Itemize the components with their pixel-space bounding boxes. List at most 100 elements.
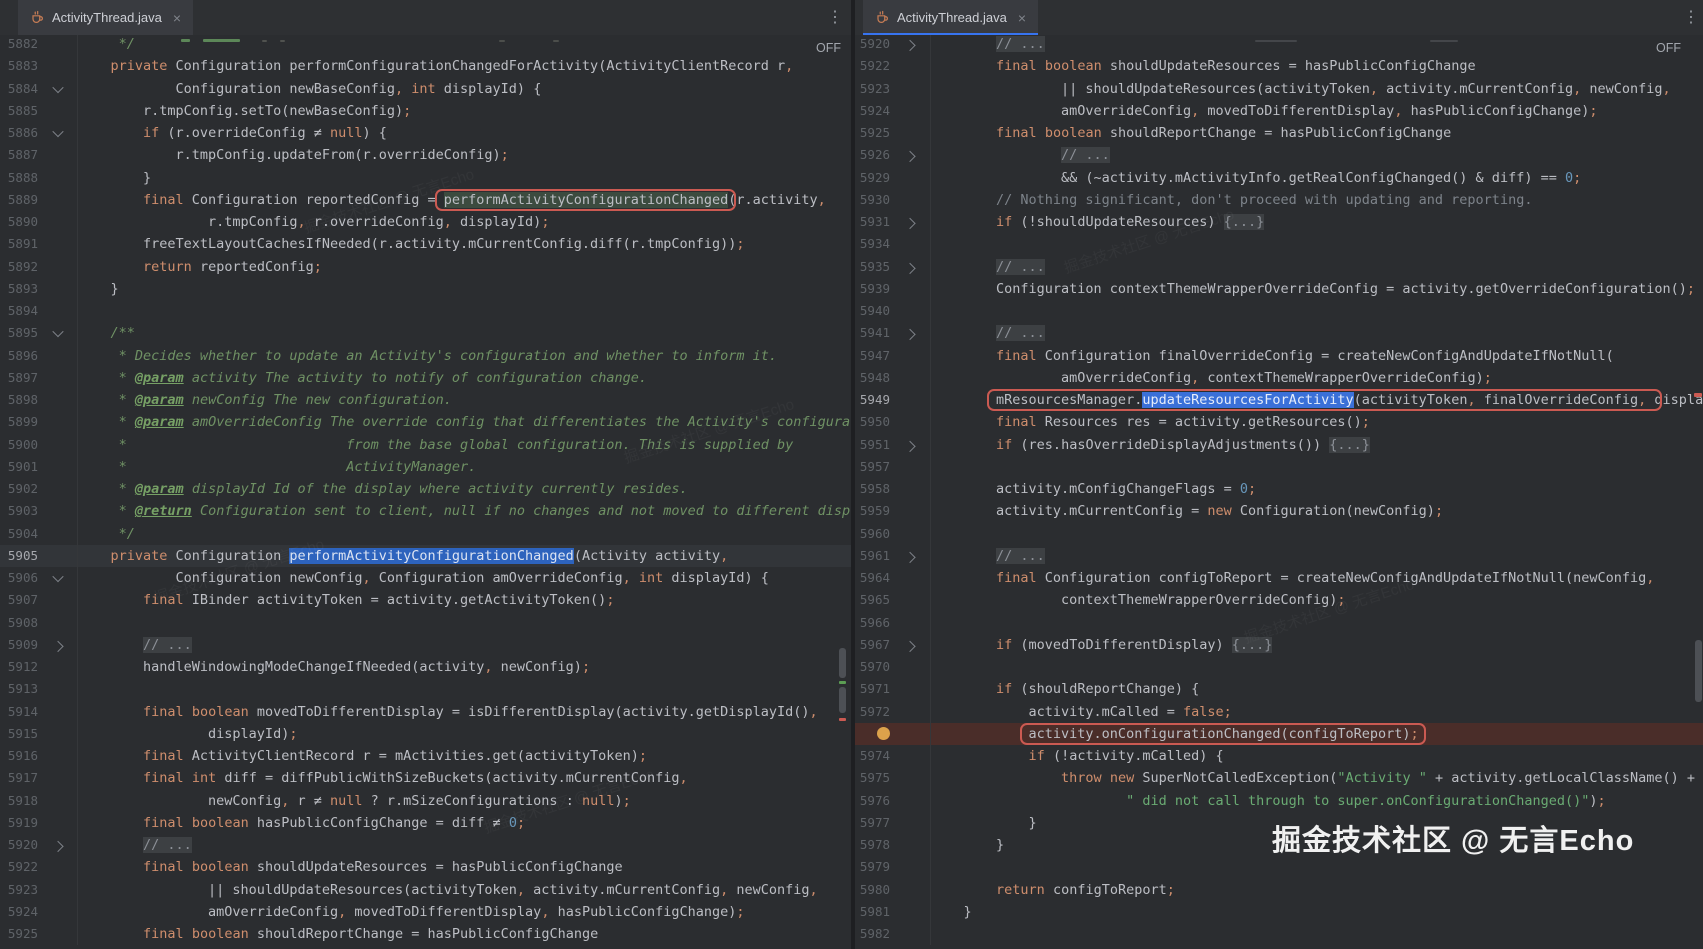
code-line[interactable]: 5919 final boolean hasPublicConfigChange… <box>0 811 851 834</box>
code-line[interactable]: 5905 private Configuration performActivi… <box>0 544 851 567</box>
code-text[interactable]: * from the base global configuration. Th… <box>78 434 851 456</box>
code-line[interactable]: 5929 && (~activity.mActivityInfo.getReal… <box>855 166 1703 189</box>
code-line[interactable]: 5912 handleWindowingModeChangeIfNeeded(a… <box>0 656 851 679</box>
code-text[interactable]: activity.mCurrentConfig = new Configurat… <box>931 500 1703 522</box>
code-text[interactable]: final Resources res = activity.getResour… <box>931 411 1703 433</box>
code-line[interactable]: 5939 Configuration contextThemeWrapperOv… <box>855 277 1703 300</box>
code-line[interactable]: 5980 return configToReport; <box>855 878 1703 901</box>
code-text[interactable]: if (r.overrideConfig ≠ null) { <box>78 122 851 144</box>
code-line[interactable]: 5902 * @param displayId Id of the displa… <box>0 478 851 501</box>
code-line[interactable]: 5964 final Configuration configToReport … <box>855 567 1703 590</box>
code-line[interactable]: 5886 if (r.overrideConfig ≠ null) { <box>0 122 851 145</box>
code-text[interactable]: r.tmpConfig, r.overrideConfig, displayId… <box>78 211 851 233</box>
code-line[interactable]: 5925 final boolean shouldReportChange = … <box>0 923 851 946</box>
code-line[interactable]: 5915 displayId); <box>0 722 851 745</box>
code-text[interactable]: * ActivityManager. <box>78 456 851 478</box>
fold-collapse-icon[interactable] <box>51 571 64 583</box>
code-text[interactable]: if (!activity.mCalled) { <box>931 745 1703 767</box>
code-text[interactable]: * @param displayId Id of the display whe… <box>78 478 851 500</box>
code-text[interactable]: throw new SuperNotCalledException("Activ… <box>931 767 1703 789</box>
fold-collapse-icon[interactable] <box>51 126 64 138</box>
code-line[interactable]: 5924 amOverrideConfig, movedToDifferentD… <box>855 99 1703 122</box>
code-text[interactable]: * @return Configuration sent to client, … <box>78 500 851 522</box>
code-line[interactable]: 5900 * from the base global configuratio… <box>0 433 851 456</box>
code-line[interactable]: 5947 final Configuration finalOverrideCo… <box>855 344 1703 367</box>
code-text[interactable]: Configuration contextThemeWrapperOverrid… <box>931 278 1703 300</box>
code-text[interactable]: final boolean movedToDifferentDisplay = … <box>78 701 851 723</box>
code-text[interactable]: if (res.hasOverrideDisplayAdjustments())… <box>931 434 1703 456</box>
code-line[interactable]: 5899 * @param amOverrideConfig The overr… <box>0 411 851 434</box>
fold-expand-icon[interactable] <box>904 262 916 274</box>
code-text[interactable] <box>931 523 1703 545</box>
code-line[interactable]: 5917 final int diff = diffPublicWithSize… <box>0 767 851 790</box>
code-text[interactable]: */ <box>78 523 851 545</box>
code-line[interactable]: 5950 final Resources res = activity.getR… <box>855 411 1703 434</box>
code-text[interactable]: Configuration newConfig, Configuration a… <box>78 567 851 589</box>
code-line[interactable]: 5883 private Configuration performConfig… <box>0 55 851 78</box>
code-line[interactable]: 5920 // ... <box>0 834 851 857</box>
code-text[interactable]: activity.mCalled = false; <box>931 701 1703 723</box>
code-text[interactable]: mResourcesManager.updateResourcesForActi… <box>931 389 1703 411</box>
fold-expand-icon[interactable] <box>904 440 916 452</box>
fold-collapse-icon[interactable] <box>51 326 64 338</box>
code-text[interactable]: * @param amOverrideConfig The override c… <box>78 411 851 433</box>
code-text[interactable] <box>78 300 851 322</box>
code-text[interactable]: } <box>931 901 1703 923</box>
code-text[interactable]: private Configuration performActivityCon… <box>78 545 851 567</box>
code-line[interactable]: 5965 contextThemeWrapperOverrideConfig); <box>855 589 1703 612</box>
code-line[interactable]: 5903 * @return Configuration sent to cli… <box>0 500 851 523</box>
code-text[interactable]: final boolean shouldReportChange = hasPu… <box>931 122 1703 144</box>
code-line[interactable]: 5940 <box>855 300 1703 323</box>
code-text[interactable]: // ... <box>931 35 1703 55</box>
code-text[interactable]: final Configuration configToReport = cre… <box>931 567 1703 589</box>
code-line[interactable]: 5957 <box>855 455 1703 478</box>
code-line[interactable]: 5949 mResourcesManager.updateResourcesFo… <box>855 389 1703 412</box>
code-line[interactable]: 5931 if (!shouldUpdateResources) {...} <box>855 211 1703 234</box>
code-text[interactable]: final ActivityClientRecord r = mActiviti… <box>78 745 851 767</box>
code-line[interactable]: 5923 || shouldUpdateResources(activityTo… <box>0 878 851 901</box>
code-text[interactable]: final boolean shouldUpdateResources = ha… <box>931 55 1703 77</box>
code-line[interactable]: 5890 r.tmpConfig, r.overrideConfig, disp… <box>0 211 851 234</box>
code-text[interactable]: * Decides whether to update an Activity'… <box>78 345 851 367</box>
code-line[interactable]: 5922 final boolean shouldUpdateResources… <box>855 55 1703 78</box>
code-text[interactable]: * @param newConfig The new configuration… <box>78 389 851 411</box>
breakpoint-icon[interactable] <box>855 723 890 745</box>
code-line[interactable]: 5979 <box>855 856 1703 879</box>
code-text[interactable]: final Configuration finalOverrideConfig … <box>931 345 1703 367</box>
code-line[interactable]: 5887 r.tmpConfig.updateFrom(r.overrideCo… <box>0 144 851 167</box>
code-text[interactable]: // ... <box>931 322 1703 344</box>
code-text[interactable]: private Configuration performConfigurati… <box>78 55 851 77</box>
fold-expand-icon[interactable] <box>904 329 916 341</box>
code-line[interactable]: 5906 Configuration newConfig, Configurat… <box>0 567 851 590</box>
code-text[interactable]: displayId); <box>78 723 851 745</box>
code-line[interactable]: 5922 final boolean shouldUpdateResources… <box>0 856 851 879</box>
fold-collapse-icon[interactable] <box>51 81 64 93</box>
code-text[interactable]: amOverrideConfig, contextThemeWrapperOve… <box>931 367 1703 389</box>
code-text[interactable]: r.tmpConfig.setTo(newBaseConfig); <box>78 100 851 122</box>
fold-expand-icon[interactable] <box>904 551 916 563</box>
code-text[interactable]: } <box>78 278 851 300</box>
code-text[interactable]: return configToReport; <box>931 879 1703 901</box>
fold-expand-icon[interactable] <box>904 39 916 52</box>
code-text[interactable]: activity.mConfigChangeFlags = 0; <box>931 478 1703 500</box>
fold-expand-icon[interactable] <box>51 840 64 853</box>
code-text[interactable]: // ... <box>78 634 851 656</box>
code-text[interactable]: handleWindowingModeChangeIfNeeded(activi… <box>78 656 851 678</box>
code-line[interactable]: 5885 r.tmpConfig.setTo(newBaseConfig); <box>0 99 851 122</box>
more-options-icon[interactable]: ⋮ <box>1683 7 1699 27</box>
fold-expand-icon[interactable] <box>904 217 916 230</box>
code-text[interactable]: final boolean shouldUpdateResources = ha… <box>78 856 851 878</box>
code-line[interactable]: 5948 amOverrideConfig, contextThemeWrapp… <box>855 366 1703 389</box>
code-text[interactable]: final Configuration reportedConfig = per… <box>78 188 851 211</box>
code-line[interactable]: 5904 */ <box>0 522 851 545</box>
code-line[interactable]: 5908 <box>0 611 851 634</box>
close-icon[interactable]: × <box>1018 10 1026 26</box>
code-line[interactable]: 5966 <box>855 611 1703 634</box>
code-line[interactable]: 5897 * @param activity The activity to n… <box>0 366 851 389</box>
code-text[interactable]: || shouldUpdateResources(activityToken, … <box>78 879 851 901</box>
code-line[interactable]: 5924 amOverrideConfig, movedToDifferentD… <box>0 900 851 923</box>
code-text[interactable]: amOverrideConfig, movedToDifferentDispla… <box>78 901 851 923</box>
code-line[interactable]: 5892 return reportedConfig; <box>0 255 851 278</box>
code-text[interactable]: // ... <box>931 144 1703 166</box>
code-line[interactable]: 5926 // ... <box>855 144 1703 167</box>
